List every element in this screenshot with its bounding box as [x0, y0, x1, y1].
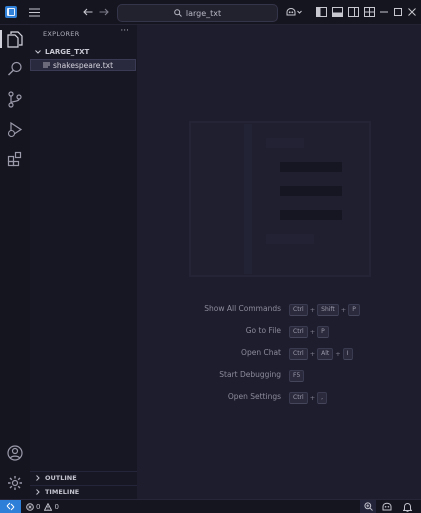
plus-sign: +	[309, 350, 316, 358]
folder-large-txt[interactable]: LARGE_TXT	[30, 46, 137, 58]
error-count: 0	[36, 502, 41, 511]
shortcut-open-chat[interactable]: Open Chat Ctrl + Alt + I	[137, 348, 421, 360]
manage-gear-icon[interactable]	[5, 473, 25, 493]
text-file-icon	[43, 62, 50, 67]
search-text: large_txt	[185, 8, 222, 18]
extensions-icon[interactable]	[5, 149, 25, 169]
account-icon[interactable]	[5, 443, 25, 463]
copilot-status-button[interactable]	[380, 500, 394, 513]
shortcut-label: Open Settings	[227, 392, 281, 401]
forward-arrow-icon[interactable]	[97, 5, 111, 19]
chevron-right-icon	[36, 489, 40, 495]
zoom-button[interactable]	[360, 500, 376, 513]
run-and-debug-icon[interactable]	[5, 119, 25, 139]
shortcut-label: Show All Commands	[204, 304, 281, 313]
app-logo-icon[interactable]	[5, 6, 17, 18]
shortcut-go-to-file[interactable]: Go to File Ctrl + P	[137, 326, 421, 338]
plus-sign: +	[340, 306, 347, 314]
bell-icon	[402, 502, 412, 512]
key-cap: ,	[317, 392, 328, 404]
status-bar: 0 0	[0, 499, 421, 513]
editor-area: Show All Commands Ctrl + Shift + P Go to…	[137, 25, 421, 499]
toggle-panel-icon[interactable]	[330, 5, 344, 19]
plus-sign: +	[309, 306, 316, 314]
explorer-title: EXPLORER	[43, 30, 80, 38]
explorer-icon[interactable]	[5, 29, 25, 49]
outline-section[interactable]: OUTLINE	[30, 471, 137, 484]
activity-bar	[0, 25, 31, 499]
shortcut-label: Go to File	[245, 326, 281, 335]
shortcut-keys: Ctrl + Alt + I	[289, 348, 353, 360]
shortcut-label: Open Chat	[241, 348, 281, 357]
search-icon	[174, 9, 182, 17]
plus-sign: +	[335, 350, 341, 358]
file-label: shakespeare.txt	[53, 60, 114, 70]
key-cap: Ctrl	[289, 304, 308, 316]
copilot-status-icon	[382, 502, 392, 511]
key-cap: P	[317, 326, 329, 338]
key-cap: Ctrl	[289, 348, 308, 360]
shortcut-show-all-commands[interactable]: Show All Commands Ctrl + Shift + P	[137, 304, 421, 316]
menu-icon[interactable]	[27, 5, 41, 19]
close-icon[interactable]	[406, 5, 418, 19]
error-icon	[26, 502, 34, 511]
toggle-primary-sidebar-icon[interactable]	[314, 5, 328, 19]
problems-indicator[interactable]: 0 0	[26, 501, 59, 512]
shortcut-keys: F5	[289, 370, 305, 382]
chevron-down-icon	[35, 50, 41, 54]
shortcut-keys: Ctrl + Shift + P	[289, 304, 360, 316]
explorer-sidebar: EXPLORER ··· LARGE_TXT shakespeare.txt O…	[30, 25, 138, 499]
key-cap: Ctrl	[289, 326, 308, 338]
zoom-icon	[363, 502, 373, 511]
outline-label: OUTLINE	[45, 474, 77, 482]
remote-button[interactable]	[0, 500, 21, 513]
key-cap: Alt	[317, 348, 334, 360]
shortcut-keys: Ctrl + P	[289, 326, 329, 338]
timeline-section[interactable]: TIMELINE	[30, 485, 137, 498]
chevron-right-icon	[36, 475, 40, 481]
warning-icon	[44, 502, 53, 511]
shortcut-label: Start Debugging	[219, 370, 281, 379]
active-indicator	[0, 30, 2, 48]
minimize-icon[interactable]	[378, 5, 390, 19]
back-arrow-icon[interactable]	[81, 5, 95, 19]
timeline-label: TIMELINE	[45, 488, 80, 496]
folder-label: LARGE_TXT	[45, 48, 90, 56]
key-cap: Shift	[317, 304, 339, 316]
remote-icon	[6, 502, 15, 511]
maximize-icon[interactable]	[392, 5, 404, 19]
toggle-secondary-sidebar-icon[interactable]	[346, 5, 360, 19]
plus-sign: +	[309, 394, 316, 402]
title-bar: large_txt	[0, 0, 421, 25]
key-cap: I	[342, 348, 353, 360]
source-control-icon[interactable]	[5, 89, 25, 109]
more-actions-button[interactable]: ···	[120, 26, 129, 36]
notifications-button[interactable]	[400, 500, 414, 513]
shortcut-open-settings[interactable]: Open Settings Ctrl + ,	[137, 392, 421, 404]
warning-count: 0	[54, 502, 59, 511]
plus-sign: +	[309, 328, 316, 336]
search-icon[interactable]	[5, 59, 25, 79]
shortcut-start-debugging[interactable]: Start Debugging F5	[137, 370, 421, 382]
key-cap: P	[348, 304, 360, 316]
key-cap: F5	[289, 370, 305, 382]
copilot-icon[interactable]	[284, 5, 304, 19]
shortcut-keys: Ctrl + ,	[289, 392, 328, 404]
key-cap: Ctrl	[289, 392, 308, 404]
command-center-search[interactable]: large_txt	[117, 4, 278, 22]
editor-watermark-logo	[189, 121, 371, 277]
file-shakespeare-txt[interactable]: shakespeare.txt	[30, 59, 136, 71]
customize-layout-icon[interactable]	[362, 5, 376, 19]
